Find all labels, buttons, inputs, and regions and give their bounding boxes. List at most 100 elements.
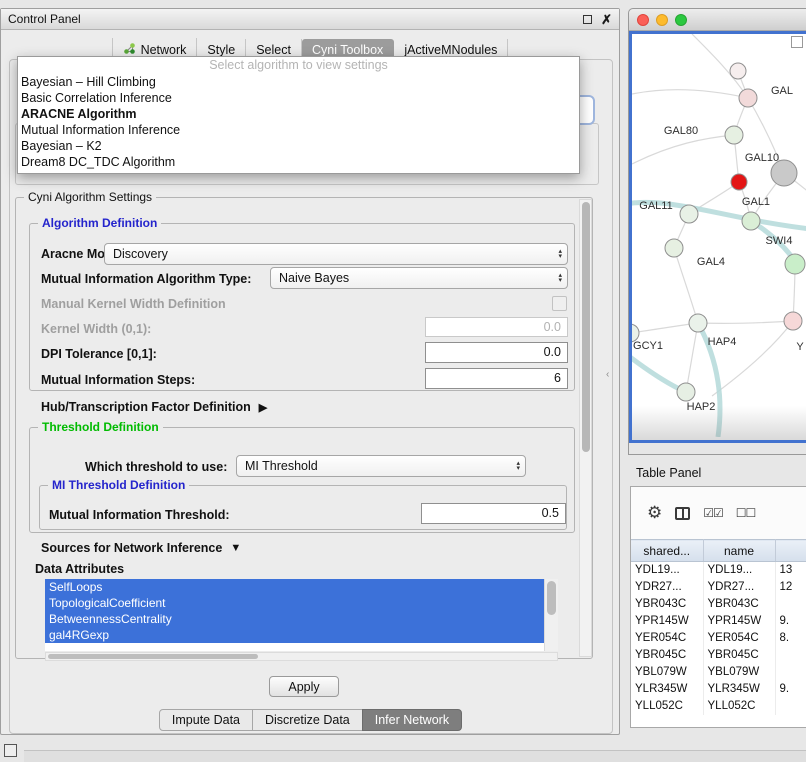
- data-attributes-list[interactable]: SelfLoopsTopologicalCoefficientBetweenne…: [45, 579, 558, 651]
- node-label-gal: GAL: [771, 85, 793, 97]
- mi-threshold-field[interactable]: 0.5: [421, 503, 566, 524]
- network-node[interactable]: [784, 312, 802, 330]
- bottom-tab-bar: Impute DataDiscretize DataInfer Network: [9, 709, 613, 731]
- table-row[interactable]: YBR045CYBR045C: [631, 647, 806, 664]
- algorithm-definition-title: Algorithm Definition: [38, 216, 161, 230]
- manual-kernel-checkbox[interactable]: [552, 296, 567, 311]
- algorithm-option-bayesian-k2[interactable]: Bayesian – K2: [18, 138, 579, 154]
- bottom-tab-infer-network[interactable]: Infer Network: [362, 709, 462, 731]
- table-cell: 8.: [775, 630, 806, 647]
- network-node[interactable]: [730, 63, 746, 79]
- unchecked-boxes-icon[interactable]: ☐☐: [736, 506, 756, 520]
- network-node[interactable]: [785, 254, 805, 274]
- tab-label: Network: [141, 43, 187, 57]
- network-node[interactable]: [725, 126, 743, 144]
- float-window-icon[interactable]: [583, 15, 592, 24]
- table-row[interactable]: YBR043CYBR043C: [631, 596, 806, 613]
- table-cell: [775, 596, 806, 613]
- network-node[interactable]: [731, 174, 747, 190]
- network-node[interactable]: [739, 89, 757, 107]
- node-label-gal1: GAL1: [742, 196, 770, 208]
- network-node[interactable]: [742, 212, 760, 230]
- sources-label: Sources for Network Inference: [41, 541, 222, 555]
- close-traffic-light-icon[interactable]: [637, 14, 649, 26]
- algorithm-option-aracne-algorithm[interactable]: ARACNE Algorithm: [18, 106, 579, 122]
- apply-button[interactable]: Apply: [269, 676, 339, 697]
- checked-boxes-icon[interactable]: ☑☑: [703, 506, 723, 520]
- bottom-tab-impute-data[interactable]: Impute Data: [159, 709, 253, 731]
- mi-steps-label: Mutual Information Steps:: [41, 373, 195, 387]
- network-node[interactable]: [680, 205, 698, 223]
- algorithm-option-bayesian-hill-climbing[interactable]: Bayesian – Hill Climbing: [18, 74, 579, 90]
- algorithm-option-dream8-dc-tdc-algorithm[interactable]: Dream8 DC_TDC Algorithm: [18, 154, 579, 170]
- combo-arrows-icon: ▴▾: [516, 461, 521, 471]
- attributes-vertical-scrollbar[interactable]: [544, 579, 558, 651]
- control-panel-titlebar[interactable]: Control Panel ✗: [1, 9, 619, 30]
- table-row[interactable]: YDL19...YDL19...13: [631, 562, 806, 579]
- hub-definition-disclosure[interactable]: Hub/Transcription Factor Definition ▶: [41, 400, 267, 414]
- algorithm-option-mutual-information-inference[interactable]: Mutual Information Inference: [18, 122, 579, 138]
- tab-label: Select: [256, 43, 291, 57]
- zoom-traffic-light-icon[interactable]: [675, 14, 687, 26]
- table-cell: YDL19...: [631, 562, 703, 579]
- table-row[interactable]: YLR345WYLR345W9.: [631, 681, 806, 698]
- collapse-right-icon: ▶: [259, 401, 267, 414]
- attribute-item-gal4rgexp[interactable]: gal4RGexp: [45, 627, 544, 643]
- mi-steps-field[interactable]: 6: [425, 368, 568, 389]
- attributes-horizontal-scrollbar[interactable]: [45, 652, 558, 661]
- table-row[interactable]: YBL079WYBL079W: [631, 664, 806, 681]
- which-threshold-label: Which threshold to use:: [85, 460, 227, 474]
- network-node[interactable]: [665, 239, 683, 257]
- algorithm-dropdown-popup: Select algorithm to view settings Bayesi…: [17, 56, 580, 174]
- table-column-header[interactable]: name: [703, 540, 775, 562]
- node-label-gcy1: GCY1: [633, 340, 663, 352]
- table-cell: [775, 647, 806, 664]
- attribute-item-topologicalcoefficient[interactable]: TopologicalCoefficient: [45, 595, 544, 611]
- minimized-panel-icon[interactable]: [4, 744, 17, 757]
- network-node[interactable]: [677, 383, 695, 401]
- table-cell: YDR27...: [631, 579, 703, 596]
- minimize-traffic-light-icon[interactable]: [656, 14, 668, 26]
- combo-arrows-icon: ▴▾: [558, 273, 563, 283]
- attribute-item-betweennesscentrality[interactable]: BetweennessCentrality: [45, 611, 544, 627]
- network-view-window: GALGAL80GAL10GAL11GAL1SWI4GAL4GCY1HAP4HA…: [628, 8, 806, 455]
- node-label-gal4: GAL4: [697, 256, 725, 268]
- gear-icon[interactable]: ⚙: [647, 503, 662, 523]
- table-row[interactable]: YER054CYER054C8.: [631, 630, 806, 647]
- bottom-tab-discretize-data[interactable]: Discretize Data: [252, 709, 363, 731]
- settings-scrollbar-thumb[interactable]: [582, 202, 590, 452]
- table-row[interactable]: YDR27...YDR27...12: [631, 579, 806, 596]
- table-cell: YBL079W: [631, 664, 703, 681]
- canvas-corner-box[interactable]: [791, 36, 803, 48]
- table-cell: YBR043C: [703, 596, 775, 613]
- network-canvas[interactable]: GALGAL80GAL10GAL11GAL1SWI4GAL4GCY1HAP4HA…: [629, 31, 806, 443]
- attribute-item-selfloops[interactable]: SelfLoops: [45, 579, 544, 595]
- table-column-header[interactable]: [775, 540, 806, 562]
- table-cell: YLL052C: [631, 698, 703, 715]
- sources-disclosure[interactable]: Sources for Network Inference ▼: [41, 541, 241, 555]
- table-column-header[interactable]: shared...: [631, 540, 703, 562]
- threshold-definition-title: Threshold Definition: [38, 420, 163, 434]
- table-row[interactable]: YPR145WYPR145W9.: [631, 613, 806, 630]
- algorithm-option-basic-correlation-inference[interactable]: Basic Correlation Inference: [18, 90, 579, 106]
- node-label-gal11: GAL11: [639, 200, 672, 212]
- table-cell: YBR043C: [631, 596, 703, 613]
- close-icon[interactable]: ✗: [601, 13, 612, 26]
- network-window-titlebar[interactable]: [629, 9, 806, 31]
- kernel-width-field[interactable]: 0.0: [425, 317, 568, 337]
- attributes-vertical-scrollbar-thumb[interactable]: [547, 581, 556, 615]
- aracne-mode-select[interactable]: Discovery ▴▾: [104, 243, 568, 265]
- panel-splitter-handle[interactable]: ‹: [606, 369, 613, 381]
- network-node[interactable]: [689, 314, 707, 332]
- which-threshold-select[interactable]: MI Threshold ▴▾: [236, 455, 526, 477]
- settings-scrollbar[interactable]: [579, 199, 592, 657]
- status-bar: [24, 750, 806, 762]
- attributes-horizontal-scrollbar-thumb[interactable]: [48, 654, 258, 659]
- table-row[interactable]: YLL052CYLL052C: [631, 698, 806, 715]
- tab-label: Cyni Toolbox: [312, 43, 383, 57]
- columns-icon[interactable]: [675, 507, 690, 520]
- dpi-tolerance-field[interactable]: 0.0: [425, 342, 568, 363]
- mi-type-select[interactable]: Naive Bayes ▴▾: [270, 267, 568, 289]
- hub-definition-label: Hub/Transcription Factor Definition: [41, 400, 251, 414]
- table-cell: YBR045C: [631, 647, 703, 664]
